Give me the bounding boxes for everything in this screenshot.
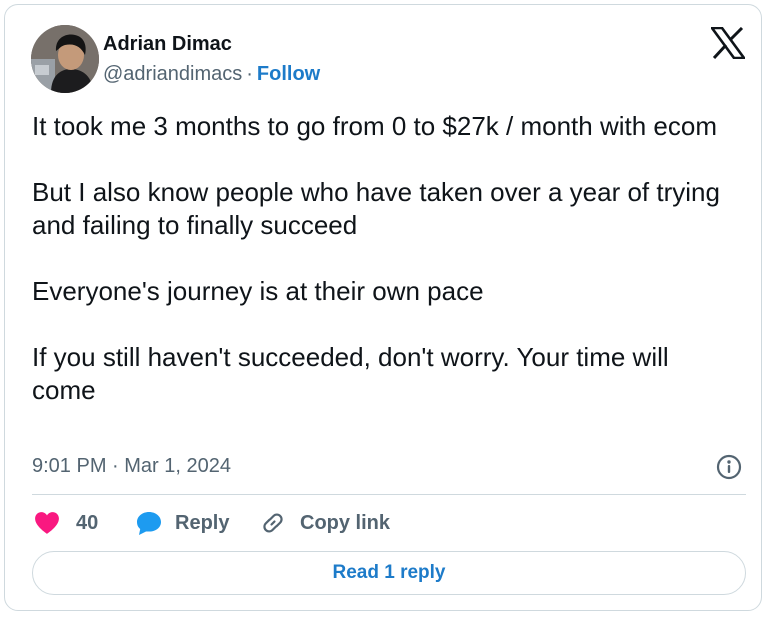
copy-link-button[interactable]: Copy link (260, 508, 390, 538)
author-name[interactable]: Adrian Dimac (103, 33, 232, 56)
tweet-paragraph: Everyone's journey is at their own pace (32, 276, 484, 306)
avatar[interactable] (31, 25, 99, 93)
tweet-paragraph: But I also know people who have taken ov… (32, 177, 720, 240)
author-handle[interactable]: @adriandimacs (103, 63, 242, 85)
like-count: 40 (76, 511, 99, 534)
divider (32, 494, 746, 495)
like-button[interactable]: 40 (34, 508, 98, 538)
tweet-timestamp[interactable]: 9:01 PM · Mar 1, 2024 (32, 455, 231, 478)
copy-link-label: Copy link (300, 511, 391, 534)
read-replies-button[interactable]: Read 1 reply (32, 551, 746, 595)
separator-dot: · (246, 63, 253, 85)
avatar-photo (31, 25, 99, 93)
speech-bubble-icon (137, 512, 161, 535)
info-icon[interactable] (716, 454, 742, 480)
link-icon (263, 513, 283, 533)
author-handle-row: @adriandimacs · Follow (103, 63, 320, 86)
reply-button[interactable]: Reply (135, 508, 229, 538)
x-logo-icon[interactable] (709, 26, 747, 60)
tweet-paragraph: It took me 3 months to go from 0 to $27k… (32, 111, 717, 141)
tweet-text: It took me 3 months to go from 0 to $27k… (32, 110, 732, 407)
heart-icon (35, 512, 59, 534)
follow-link[interactable]: Follow (257, 63, 320, 85)
tweet-paragraph: If you still haven't succeeded, don't wo… (32, 342, 669, 405)
tweet-card: Adrian Dimac @adriandimacs · Follow It too… (4, 4, 762, 611)
reply-label: Reply (175, 511, 230, 534)
